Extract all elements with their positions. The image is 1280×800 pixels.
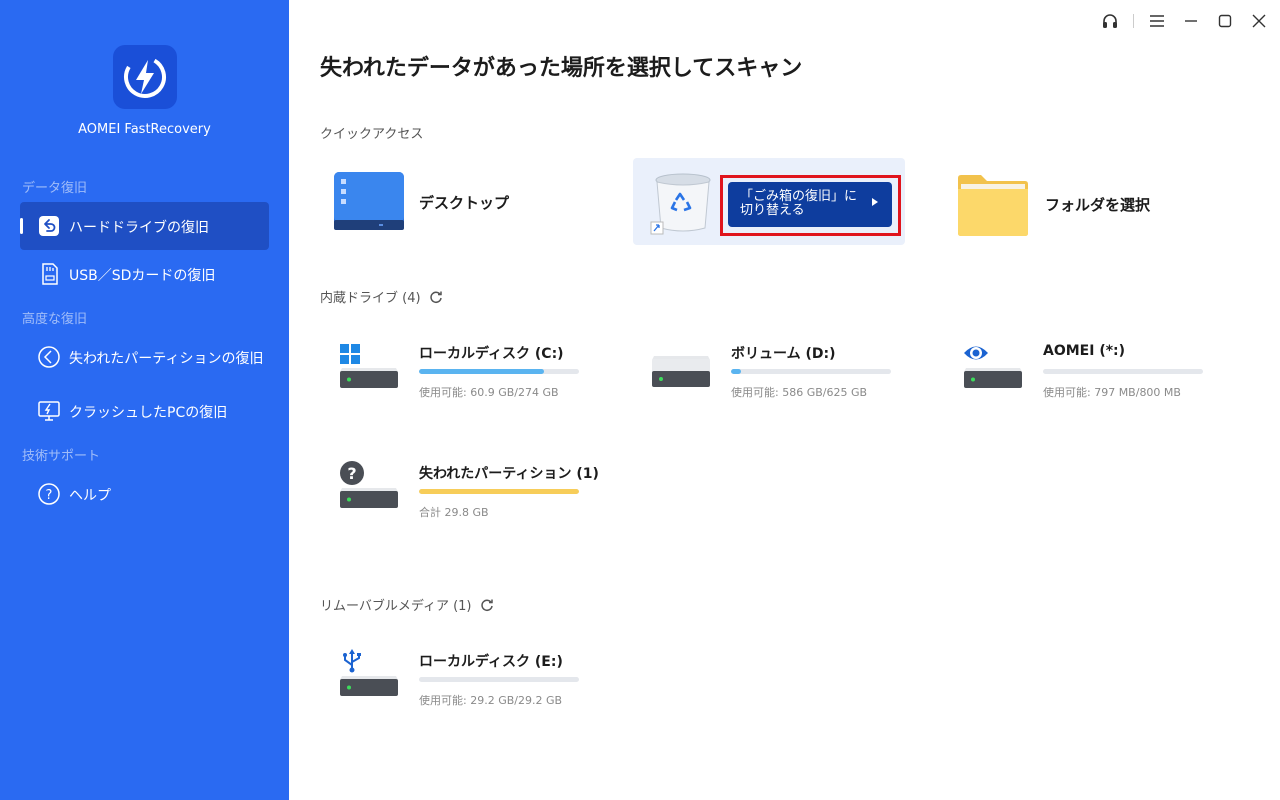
drive-usage-fill	[731, 369, 741, 374]
usb-drive-icon	[340, 649, 398, 696]
quick-access-label: クイックアクセス	[320, 123, 423, 142]
drive-usage-bar	[419, 677, 579, 682]
drive-usage-bar	[1043, 369, 1203, 374]
headset-icon[interactable]	[1093, 0, 1127, 42]
sidebar-item-label: USB／SDカードの復旧	[69, 268, 216, 284]
refresh-icon[interactable]	[480, 598, 494, 612]
sd-card-icon	[37, 262, 61, 286]
play-arrow-icon	[872, 198, 878, 206]
removable-media-label: リムーバブルメディア (1)	[320, 595, 494, 614]
select-folder-location[interactable]: フォルダを選択	[957, 172, 1150, 236]
drive-card[interactable]: ローカルディスク (E:) 使用可能: 29.2 GB/29.2 GB	[339, 648, 599, 728]
drive-card[interactable]: ? 失われたパーティション (1) 合計 29.8 GB	[339, 460, 599, 540]
drive-capacity: 合計 29.8 GB	[419, 506, 489, 519]
sidebar: AOMEI FastRecovery データ復旧 ハードドライブの復旧 USB／…	[0, 0, 289, 800]
drive-name: ローカルディスク (E:)	[419, 654, 563, 670]
drive-name: ボリューム (D:)	[731, 346, 836, 362]
refresh-icon[interactable]	[429, 290, 443, 304]
partition-icon	[37, 345, 61, 369]
drive-usage-bar	[419, 489, 579, 494]
lightning-logo-icon	[124, 56, 166, 98]
active-indicator	[20, 218, 23, 234]
app-logo	[113, 45, 177, 109]
drive-capacity: 使用可能: 29.2 GB/29.2 GB	[419, 694, 563, 707]
section-advanced: 高度な復旧	[22, 312, 88, 327]
sidebar-item-hdd-recovery[interactable]: ハードドライブの復旧	[20, 202, 269, 250]
separator	[1133, 14, 1134, 28]
app-name: AOMEI FastRecovery	[78, 122, 211, 137]
sidebar-item-label: ハードドライブの復旧	[69, 220, 209, 236]
sidebar-item-label: ヘルプ	[69, 488, 111, 504]
drive-name: 失われたパーティション (1)	[419, 466, 599, 482]
lost-partition-icon: ?	[340, 461, 398, 508]
help-icon: ?	[37, 482, 61, 506]
switch-to-recycle-bin-button[interactable]: 「ごみ箱の復旧」に切り替える	[728, 182, 892, 227]
close-icon[interactable]	[1242, 0, 1276, 42]
removable-media-label-text: リムーバブルメディア (1)	[320, 599, 472, 614]
main-panel: 失われたデータがあった場所を選択してスキャン クイックアクセス デスクトップ 「…	[289, 0, 1280, 800]
drive-usage-bar	[419, 369, 579, 374]
minimize-icon[interactable]	[1174, 0, 1208, 42]
restore-icon	[37, 214, 61, 238]
maximize-icon[interactable]	[1208, 0, 1242, 42]
sidebar-item-partition-recovery[interactable]: 失われたパーティションの復旧	[20, 333, 269, 381]
drive-name: ローカルディスク (C:)	[419, 346, 564, 362]
desktop-icon	[334, 172, 404, 230]
drive-card[interactable]: AOMEI (*:) 使用可能: 797 MB/800 MB	[963, 340, 1223, 420]
drive-capacity: 使用可能: 797 MB/800 MB	[1043, 386, 1181, 399]
sidebar-item-label: クラッシュしたPCの復旧	[69, 405, 228, 421]
sidebar-item-help[interactable]: ? ヘルプ	[20, 470, 269, 518]
drive-usage-bar	[731, 369, 891, 374]
drive-capacity: 使用可能: 586 GB/625 GB	[731, 386, 868, 399]
switch-button-label: 「ごみ箱の復旧」に切り替える	[740, 189, 858, 218]
hard-drive-icon	[652, 356, 710, 387]
drive-card[interactable]: ローカルディスク (C:) 使用可能: 60.9 GB/274 GB	[339, 340, 599, 420]
quick-access-label-text: クイックアクセス	[320, 127, 424, 142]
sidebar-item-crash-recovery[interactable]: クラッシュしたPCの復旧	[20, 387, 269, 435]
window-controls	[1093, 0, 1280, 42]
eye-drive-icon	[964, 346, 1022, 388]
section-data-recovery: データ復旧	[22, 181, 88, 196]
drive-usage-fill	[419, 369, 544, 374]
svg-text:?: ?	[347, 464, 356, 483]
menu-icon[interactable]	[1140, 0, 1174, 42]
section-support: 技術サポート	[22, 449, 101, 464]
desktop-location[interactable]: デスクトップ	[333, 170, 509, 234]
drive-capacity: 使用可能: 60.9 GB/274 GB	[419, 386, 559, 399]
recycle-bin-icon	[650, 173, 711, 235]
internal-drives-label: 内蔵ドライブ (4)	[320, 287, 443, 306]
desktop-label: デスクトップ	[419, 193, 510, 212]
monitor-crash-icon	[37, 399, 61, 423]
sidebar-item-label: 失われたパーティションの復旧	[69, 351, 264, 367]
svg-text:?: ?	[46, 488, 53, 503]
drive-name: AOMEI (*:)	[1043, 343, 1126, 359]
folder-icon	[958, 175, 1028, 236]
page-title: 失われたデータがあった場所を選択してスキャン	[320, 56, 803, 81]
drive-card[interactable]: ボリューム (D:) 使用可能: 586 GB/625 GB	[651, 340, 911, 420]
select-folder-label: フォルダを選択	[1045, 195, 1151, 214]
sidebar-item-usb-recovery[interactable]: USB／SDカードの復旧	[20, 250, 269, 298]
windows-drive-icon	[340, 344, 398, 388]
drive-usage-fill	[419, 489, 579, 494]
internal-drives-label-text: 内蔵ドライブ (4)	[320, 291, 421, 306]
